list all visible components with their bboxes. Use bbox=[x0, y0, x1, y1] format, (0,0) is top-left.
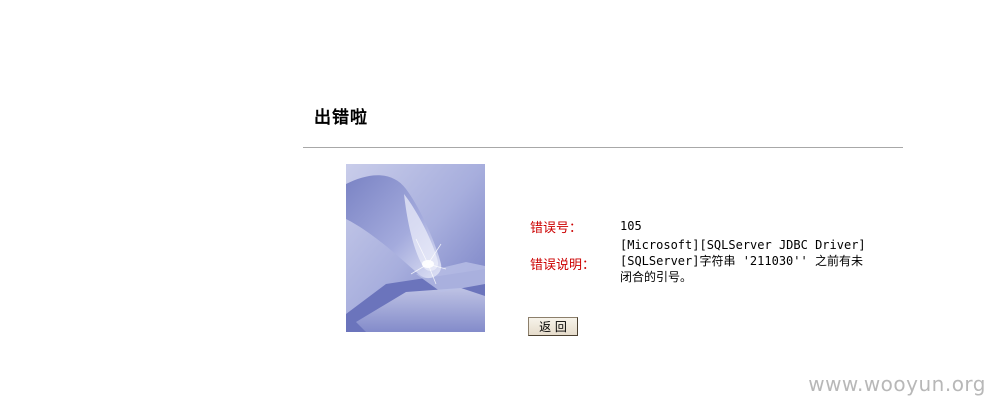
error-description-text: [Microsoft][SQLServer JDBC Driver] [SQLS… bbox=[620, 237, 866, 285]
error-description-line: [SQLServer]字符串 '211030'' 之前有未 bbox=[620, 254, 863, 268]
finger-keyboard-illustration bbox=[346, 164, 485, 332]
page-title: 出错啦 bbox=[314, 108, 368, 128]
error-number-label: 错误号： bbox=[530, 221, 583, 236]
error-description-line: 闭合的引号。 bbox=[620, 270, 693, 284]
back-button[interactable]: 返 回 bbox=[528, 317, 578, 336]
wooyun-watermark: www.wooyun.org bbox=[808, 372, 986, 396]
error-description-label: 错误说明： bbox=[530, 258, 596, 273]
error-number-value: 105 bbox=[620, 219, 642, 233]
error-description-line: [Microsoft][SQLServer JDBC Driver] bbox=[620, 238, 866, 252]
title-divider bbox=[303, 147, 903, 148]
